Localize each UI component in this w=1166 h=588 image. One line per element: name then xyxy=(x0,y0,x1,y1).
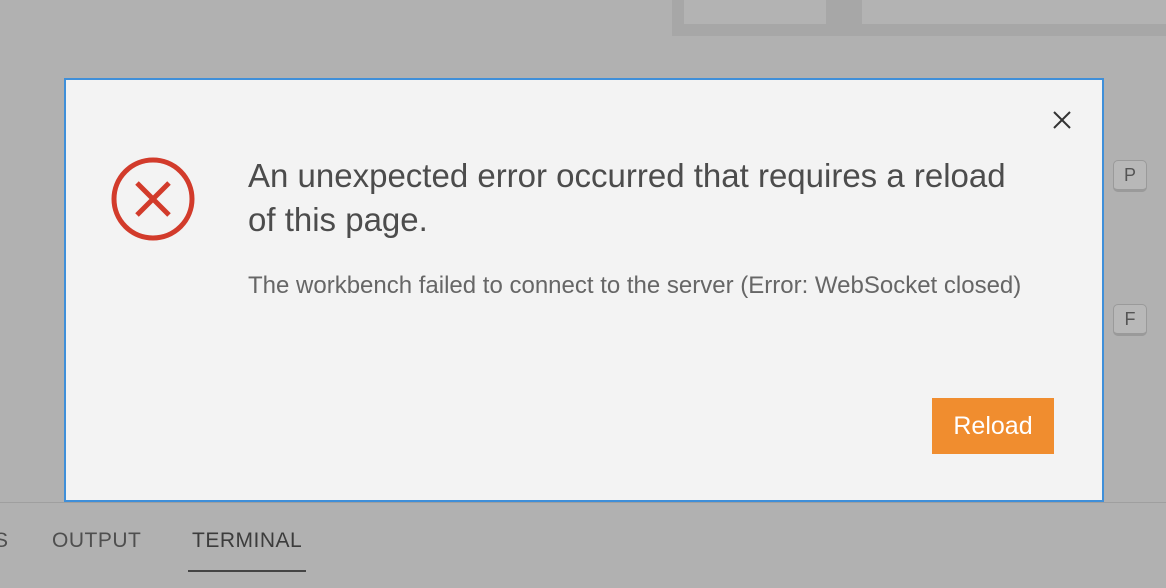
editor-group-body xyxy=(862,0,1166,24)
active-tab-indicator xyxy=(188,570,306,572)
error-dialog: An unexpected error occurred that requir… xyxy=(64,78,1104,502)
dialog-title: An unexpected error occurred that requir… xyxy=(248,157,1006,238)
close-icon[interactable] xyxy=(1050,108,1074,132)
tab-output[interactable]: OUTPUT xyxy=(52,529,141,553)
tab-terminal[interactable]: TERMINAL xyxy=(192,529,302,553)
error-circle-x-icon xyxy=(110,156,196,242)
keybinding-keycap-p: P xyxy=(1113,160,1147,192)
panel-tab-bar: S OUTPUT TERMINAL xyxy=(0,503,1166,588)
reload-button[interactable]: Reload xyxy=(932,398,1054,454)
dialog-message: The workbench failed to connect to the s… xyxy=(248,272,1022,299)
tab-problems-partial[interactable]: S xyxy=(0,529,9,553)
workbench-screen: P F S OUTPUT TERMINAL An unexpected erro… xyxy=(0,0,1166,588)
keybinding-keycap-f: F xyxy=(1113,304,1147,336)
editor-group-header xyxy=(684,0,826,24)
